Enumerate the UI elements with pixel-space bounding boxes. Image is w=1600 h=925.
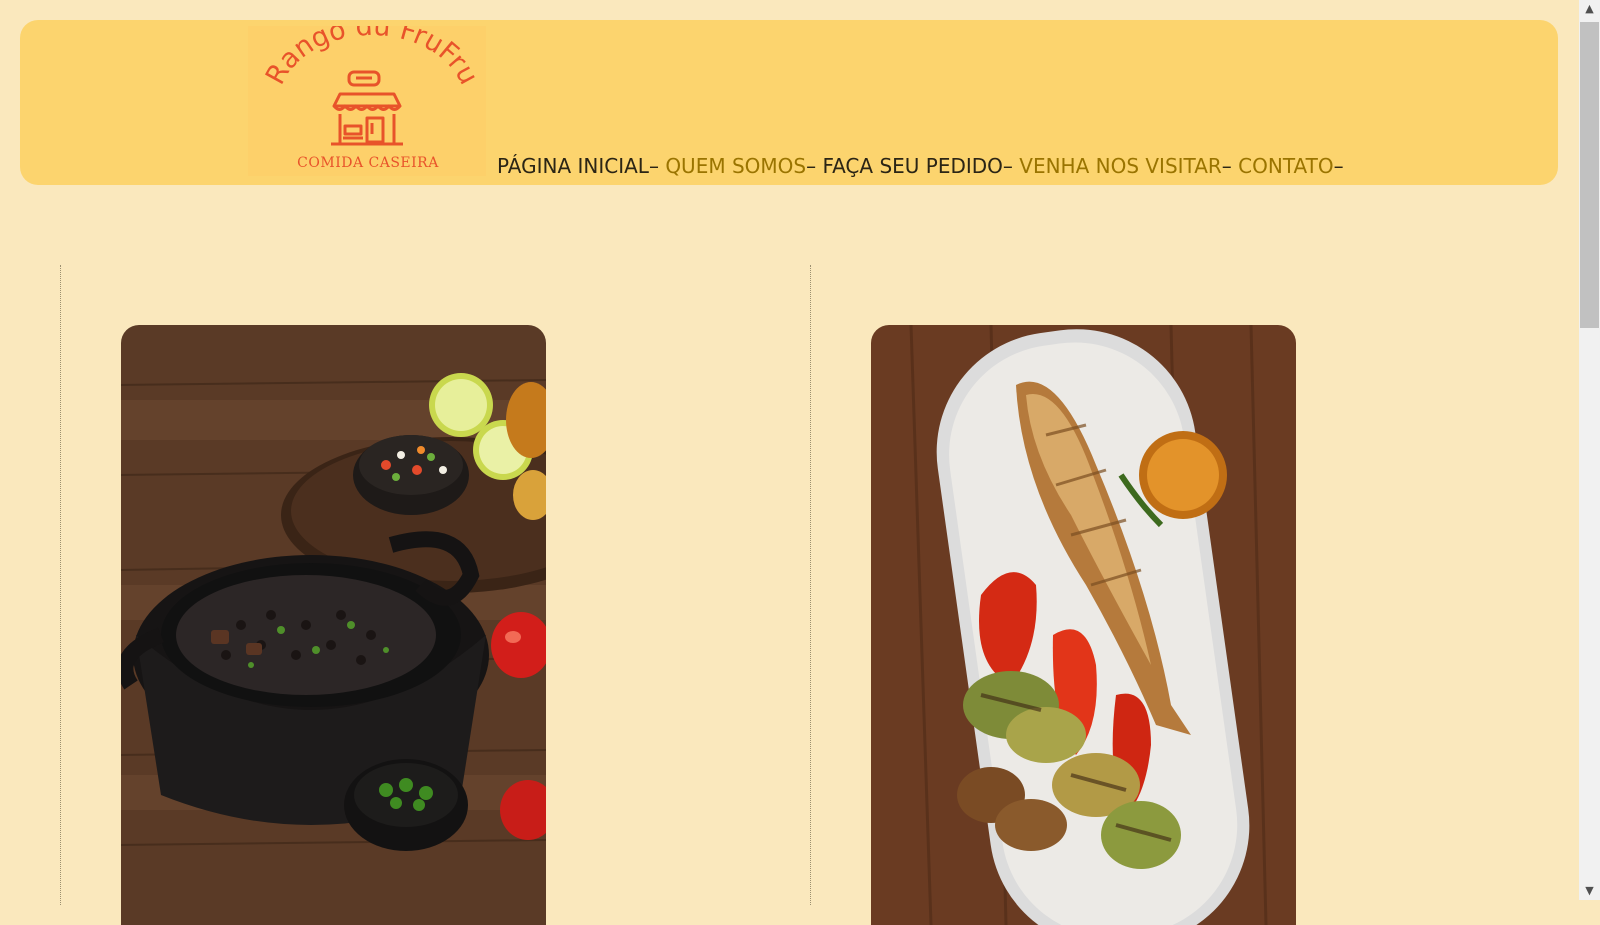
site-header: Rango du FruFru COMIDA CASEIRA PÁGINA IN… — [20, 20, 1558, 185]
column-divider-left — [60, 265, 61, 905]
nav-link-visit[interactable]: VENHA NOS VISITAR — [1019, 154, 1222, 178]
logo[interactable]: Rango du FruFru COMIDA CASEIRA — [248, 26, 486, 176]
grilled-fish-photo — [871, 325, 1296, 925]
scroll-down-arrow-icon[interactable]: ▼ — [1579, 882, 1600, 900]
logo-name: Rango du FruFru — [260, 26, 484, 90]
shop-logo-icon: Rango du FruFru COMIDA CASEIRA — [260, 26, 484, 171]
nav-link-order[interactable]: FAÇA SEU PEDIDO — [822, 154, 1002, 178]
nav-separator: – — [806, 154, 817, 178]
nav-separator: – — [1221, 154, 1232, 178]
feijoada-photo — [121, 325, 546, 925]
nav-link-about[interactable]: QUEM SOMOS — [665, 154, 806, 178]
dish-card-grilled-fish[interactable] — [871, 325, 1296, 925]
logo-tagline: COMIDA CASEIRA — [297, 155, 439, 171]
nav-separator: – — [1002, 154, 1013, 178]
column-divider-middle — [810, 265, 811, 905]
nav-link-home[interactable]: PÁGINA INICIAL — [497, 154, 649, 178]
main-nav: PÁGINA INICIAL– QUEM SOMOS– FAÇA SEU PED… — [497, 154, 1344, 178]
scrollbar-thumb[interactable] — [1580, 22, 1599, 328]
nav-separator: – — [648, 154, 659, 178]
nav-link-contact[interactable]: CONTATO — [1238, 154, 1333, 178]
nav-separator: – — [1333, 154, 1344, 178]
vertical-scrollbar[interactable]: ▲ ▼ — [1579, 0, 1600, 900]
scroll-up-arrow-icon[interactable]: ▲ — [1579, 0, 1600, 18]
dish-card-feijoada[interactable] — [121, 325, 546, 925]
